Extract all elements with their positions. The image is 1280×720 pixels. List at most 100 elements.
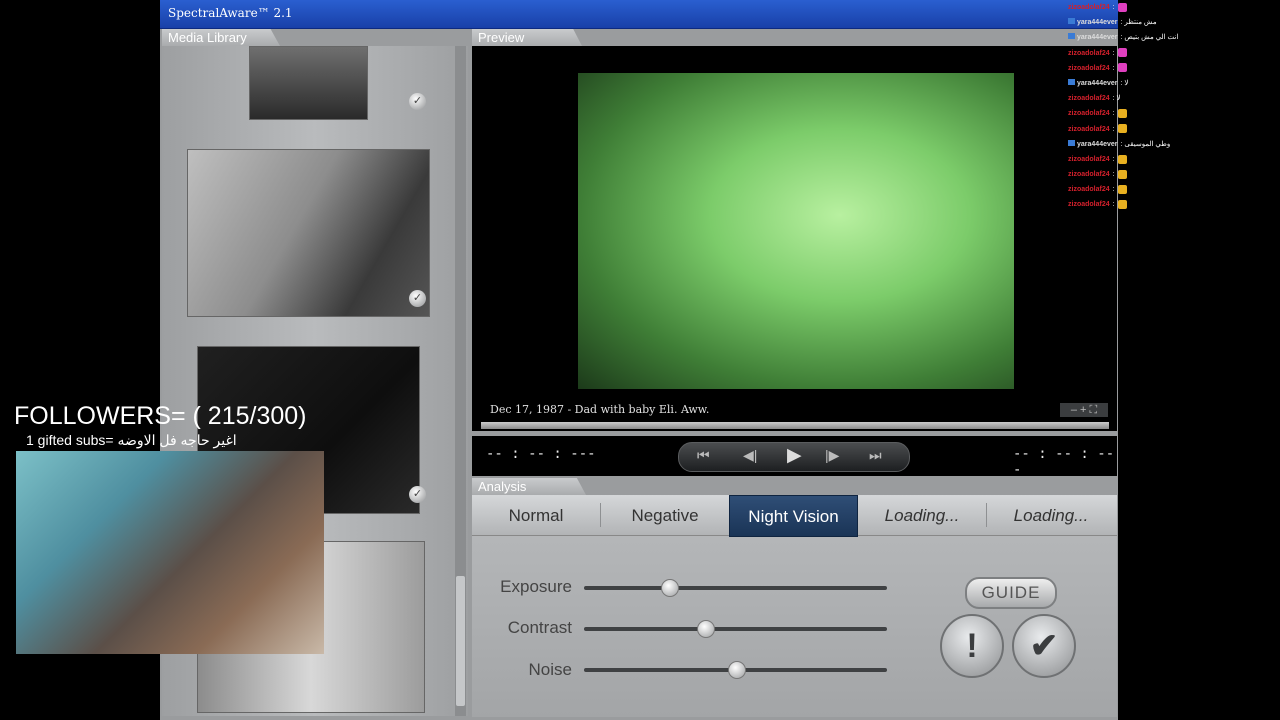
preview-tab: Preview — [472, 29, 582, 46]
chat-message: yara444ever: انت الي مش بتيص — [1068, 30, 1280, 45]
fast-forward-icon[interactable]: ⏭ — [869, 447, 882, 464]
chat-emote-icon — [1117, 2, 1127, 12]
step-back-icon[interactable]: ◀| — [743, 447, 757, 464]
chat-message: zizoadolaf24: لا — [1068, 91, 1280, 106]
window-title: SpectralAware™ 2.1 — [168, 6, 293, 20]
media-thumbnail[interactable] — [249, 46, 368, 120]
chat-message: zizoadolaf24: — [1068, 61, 1280, 76]
contrast-slider[interactable] — [584, 620, 887, 638]
noise-slider-knob[interactable] — [727, 661, 746, 679]
chat-badge-icon — [1068, 18, 1075, 25]
chat-message: zizoadolaf24: — [1068, 0, 1280, 15]
chat-badge-icon — [1068, 139, 1075, 146]
checkmark-icon[interactable]: ✓ — [409, 93, 426, 110]
analysis-panel: Normal Negative Night Vision Loading... … — [472, 495, 1117, 717]
chat-text: : — [1112, 64, 1115, 72]
checkmark-icon[interactable]: ✓ — [409, 290, 426, 307]
scrollbar-thumb[interactable] — [456, 576, 465, 706]
chat-username[interactable]: zizoadolaf24 — [1068, 171, 1110, 178]
chat-username[interactable]: yara444ever — [1077, 19, 1118, 26]
checkmark-icon[interactable]: ✓ — [409, 486, 426, 503]
chat-text: : — [1112, 186, 1115, 194]
chat-message: zizoadolaf24: — [1068, 106, 1280, 121]
chat-message: yara444ever: لا — [1068, 76, 1280, 91]
chat-message: zizoadolaf24: — [1068, 122, 1280, 137]
chat-username[interactable]: zizoadolaf24 — [1068, 156, 1110, 163]
contrast-slider-knob[interactable] — [697, 620, 716, 638]
noise-label: Noise — [528, 660, 572, 679]
chat-text: : مش منتظر — [1120, 19, 1157, 27]
chat-message: zizoadolaf24: — [1068, 182, 1280, 197]
chat-emote-icon — [1117, 108, 1127, 118]
transport-bar: -- : -- : --- ⏮ ◀| ▶ |▶ ⏭ -- : -- : --- — [472, 436, 1117, 478]
exposure-slider[interactable] — [584, 579, 887, 597]
chat-emote-icon — [1117, 154, 1127, 164]
chat-username[interactable]: zizoadolaf24 — [1068, 186, 1110, 193]
chat-text: : لا — [1112, 95, 1121, 103]
chat-username[interactable]: zizoadolaf24 — [1068, 126, 1110, 133]
chat-message: yara444ever: وطي الموسيقى — [1068, 137, 1280, 152]
preview-photo — [578, 73, 1014, 389]
mode-loading-1[interactable]: Loading... — [858, 495, 986, 535]
chat-message: yara444ever: مش منتظر — [1068, 15, 1280, 30]
rewind-icon[interactable]: ⏮ — [697, 447, 710, 464]
chat-message: zizoadolaf24: — [1068, 152, 1280, 167]
chat-username[interactable]: zizoadolaf24 — [1068, 65, 1110, 72]
time-elapsed: -- : -- : --- — [486, 446, 596, 462]
exposure-slider-knob[interactable] — [660, 579, 679, 597]
time-total: -- : -- : --- — [1013, 446, 1115, 478]
chat-username[interactable]: zizoadolaf24 — [1068, 4, 1110, 11]
chat-emote-icon — [1117, 48, 1127, 58]
zoom-controls[interactable]: – + ⛶ — [1060, 403, 1108, 417]
chat-username[interactable]: zizoadolaf24 — [1068, 50, 1110, 57]
confirm-button[interactable]: ✔ — [1012, 614, 1076, 678]
mode-normal[interactable]: Normal — [472, 495, 600, 535]
mode-bar: Normal Negative Night Vision Loading... … — [472, 495, 1117, 537]
exposure-label: Exposure — [500, 577, 572, 596]
chat-text: : — [1112, 110, 1115, 118]
chat-text: : — [1112, 201, 1115, 209]
chat-text: : وطي الموسيقى — [1120, 140, 1171, 148]
chat-emote-icon — [1117, 184, 1127, 194]
chat-overlay: zizoadolaf24: yara444ever: مش منتظر yara44… — [1068, 0, 1280, 230]
guide-button[interactable]: GUIDE — [965, 577, 1057, 609]
chat-emote-icon — [1117, 200, 1127, 210]
chat-message: zizoadolaf24: — [1068, 197, 1280, 212]
webcam-feed — [16, 451, 324, 654]
chat-emote-icon — [1117, 63, 1127, 73]
mode-loading-2[interactable]: Loading... — [987, 495, 1115, 535]
chat-text: : — [1112, 171, 1115, 179]
chat-username[interactable]: zizoadolaf24 — [1068, 110, 1110, 117]
mode-negative[interactable]: Negative — [601, 495, 729, 535]
analysis-tab: Analysis — [472, 478, 586, 495]
play-icon[interactable]: ▶ — [787, 444, 802, 467]
chat-text: : — [1112, 125, 1115, 133]
playback-controls: ⏮ ◀| ▶ |▶ ⏭ — [678, 442, 910, 472]
gifted-subs-goal: 1 gifted subs= اغير حاجه فل الاوضه — [26, 432, 237, 448]
preview-panel: Dec 17, 1987 - Dad with baby Eli. Aww. –… — [472, 46, 1117, 431]
chat-text: : — [1112, 49, 1115, 57]
library-scrollbar[interactable] — [455, 46, 466, 716]
media-library-tab: Media Library — [162, 29, 280, 46]
chat-text: : — [1112, 155, 1115, 163]
preview-progress-bar[interactable] — [481, 422, 1109, 429]
title-bar[interactable]: SpectralAware™ 2.1 — [160, 0, 1118, 29]
chat-badge-icon — [1068, 78, 1075, 85]
chat-emote-icon — [1117, 169, 1127, 179]
chat-emote-icon — [1117, 124, 1127, 134]
chat-username[interactable]: yara444ever — [1077, 141, 1118, 148]
step-forward-icon[interactable]: |▶ — [825, 447, 839, 464]
mode-night-vision[interactable]: Night Vision — [729, 495, 858, 537]
noise-slider[interactable] — [584, 661, 887, 679]
chat-username[interactable]: yara444ever — [1077, 34, 1118, 41]
chat-username[interactable]: zizoadolaf24 — [1068, 201, 1110, 208]
chat-badge-icon — [1068, 33, 1075, 40]
chat-text: : — [1112, 4, 1115, 11]
media-thumbnail[interactable] — [187, 149, 430, 317]
alert-button[interactable]: ! — [940, 614, 1004, 678]
photo-caption: Dec 17, 1987 - Dad with baby Eli. Aww. — [490, 403, 710, 416]
chat-username[interactable]: zizoadolaf24 — [1068, 95, 1110, 102]
chat-message: zizoadolaf24: — [1068, 167, 1280, 182]
chat-username[interactable]: yara444ever — [1077, 80, 1118, 87]
chat-message: zizoadolaf24: — [1068, 46, 1280, 61]
